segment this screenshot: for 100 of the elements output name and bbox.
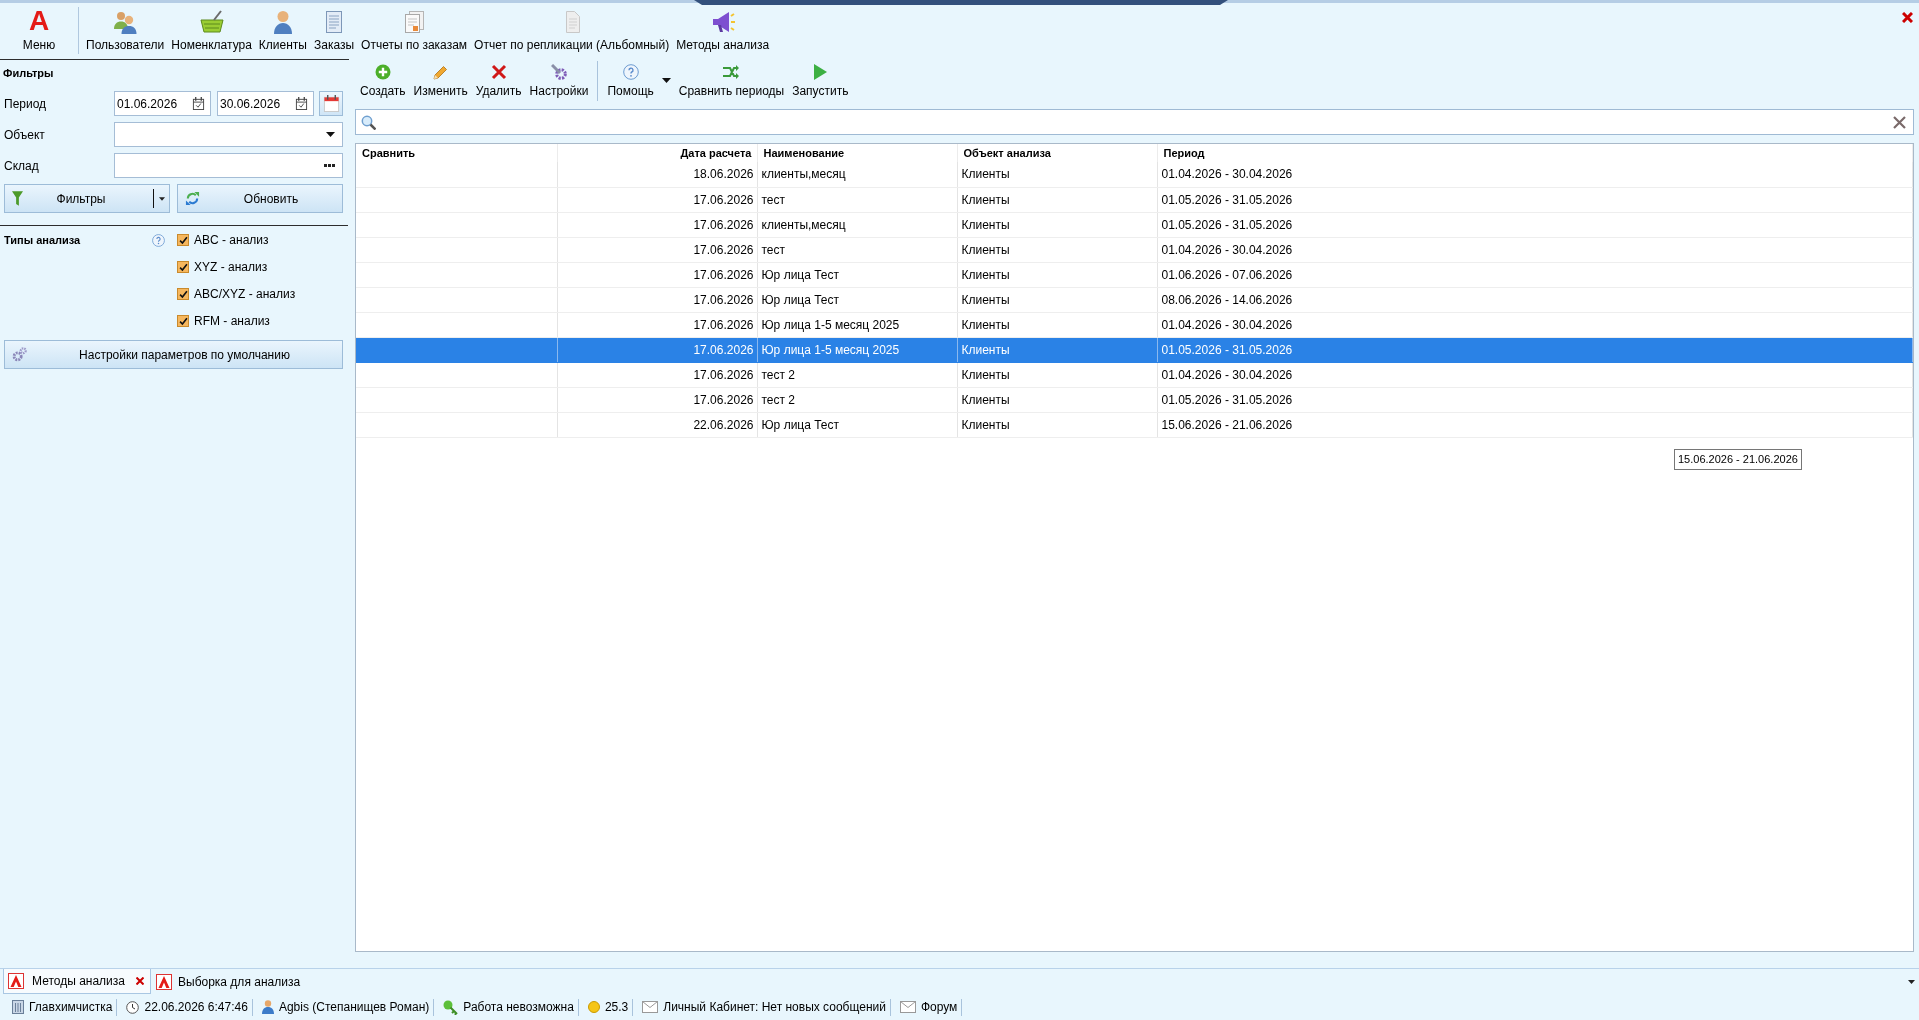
status-text: Личный Кабинет: Нет новых сообщений: [663, 1000, 886, 1014]
calendar-icon: [322, 95, 340, 112]
ribbon-button[interactable]: Номенклатура: [170, 3, 253, 52]
building-icon: [12, 1000, 24, 1014]
search-field[interactable]: [355, 109, 1914, 135]
clear-icon[interactable]: [1893, 115, 1906, 129]
checkmark-icon: [178, 289, 188, 299]
table-row[interactable]: 17.06.2026 Юр лица Тест Клиенты 08.06.2026 - 14.06.2026: [356, 287, 1913, 312]
lookup-field[interactable]: [114, 153, 343, 178]
table-row[interactable]: 17.06.2026 тест Клиенты 01.05.2026 - 31.05.2026: [356, 187, 1913, 212]
toolbar-button[interactable]: Изменить: [411, 59, 470, 98]
toolbar-button[interactable]: Сравнить периоды: [676, 59, 787, 98]
column-header[interactable]: Период: [1157, 144, 1913, 162]
users-icon: [113, 10, 138, 34]
caret-icon[interactable]: [1908, 979, 1915, 984]
table-row[interactable]: 17.06.2026 Юр лица 1-5 месяц 2025 Клиенты 01.05.2026 - 31.05.2026: [356, 337, 1913, 362]
tooltip: 15.06.2026 - 21.06.2026: [1674, 449, 1802, 470]
ribbon-button[interactable]: Отчеты по заказам: [360, 3, 469, 52]
table-cell: 17.06.2026: [557, 387, 757, 412]
column-header[interactable]: Дата расчета: [557, 144, 757, 162]
calendar-button[interactable]: [319, 91, 343, 116]
help-icon: [622, 64, 639, 80]
status-text: Работа невозможна: [463, 1000, 574, 1014]
table-row[interactable]: 17.06.2026 Юр лица 1-5 месяц 2025 Клиенты 01.04.2026 - 30.04.2026: [356, 312, 1913, 337]
checkbox[interactable]: [177, 261, 189, 273]
column-header[interactable]: Объект анализа: [957, 144, 1157, 162]
clock-icon: [126, 1000, 140, 1014]
toolbar-dropdown-button[interactable]: Помощь: [605, 59, 673, 98]
table-cell: 22.06.2026: [557, 412, 757, 437]
megaphone-icon: [710, 10, 735, 34]
filter-button[interactable]: Фильтры: [4, 184, 170, 213]
toolbar-button[interactable]: Запустить: [790, 59, 851, 98]
table-cell: 01.04.2026 - 30.04.2026: [1157, 312, 1913, 337]
gears-icon: [12, 347, 27, 362]
date-field[interactable]: 01.06.2026: [114, 91, 211, 116]
table-cell: Клиенты: [957, 237, 1157, 262]
close-icon[interactable]: [1902, 12, 1913, 23]
close-icon[interactable]: [136, 977, 144, 985]
status-text: Agbis (Степанищев Роман): [278, 1000, 430, 1014]
checkmark-icon: [178, 235, 188, 245]
table-cell: Клиенты: [957, 212, 1157, 237]
default-settings-button[interactable]: Настройки параметров по умолчанию: [4, 340, 343, 369]
ellipsis-icon[interactable]: [324, 164, 335, 167]
ribbon-button[interactable]: Методы анализа: [675, 3, 771, 52]
checkbox[interactable]: [177, 315, 189, 327]
field-label: Период: [4, 96, 48, 111]
caret-icon[interactable]: [326, 132, 335, 137]
dropdown-field[interactable]: [114, 122, 343, 147]
table-cell: Клиенты: [957, 187, 1157, 212]
date-field[interactable]: 30.06.2026: [217, 91, 314, 116]
checkbox[interactable]: [177, 288, 189, 300]
envelope-icon: [899, 1001, 916, 1013]
table-cell: Клиенты: [957, 162, 1157, 187]
table-row[interactable]: 22.06.2026 Юр лица Тест Клиенты 15.06.2026 - 21.06.2026: [356, 412, 1913, 437]
toolbar-button[interactable]: Создать: [358, 59, 408, 98]
ribbon-button[interactable]: Клиенты: [257, 3, 308, 52]
ribbon-button[interactable]: Заказы: [313, 3, 356, 52]
table-cell: Клиенты: [957, 262, 1157, 287]
table-cell: 01.05.2026 - 31.05.2026: [1157, 387, 1913, 412]
pencil-icon: [432, 64, 449, 80]
table-row[interactable]: 17.06.2026 клиенты,месяц Клиенты 01.05.2026 - 31.05.2026: [356, 212, 1913, 237]
caret-icon[interactable]: [159, 196, 165, 201]
section-title: Типы анализа: [4, 234, 81, 246]
document-tab[interactable]: Выборка для анализа: [153, 969, 307, 994]
table-cell: 08.06.2026 - 14.06.2026: [1157, 287, 1913, 312]
refresh-button[interactable]: Обновить: [177, 184, 343, 213]
calendar-icon[interactable]: [295, 97, 308, 110]
table-row[interactable]: 17.06.2026 тест 2 Клиенты 01.04.2026 - 30.04.2026: [356, 362, 1913, 387]
coin-icon: [587, 1001, 600, 1013]
column-header[interactable]: Сравнить: [356, 144, 557, 162]
menu-button[interactable]: A Меню: [0, 3, 78, 52]
search-icon: [361, 114, 376, 130]
table-cell: Клиенты: [957, 287, 1157, 312]
app-logo-icon: [156, 973, 172, 990]
table-cell: 17.06.2026: [557, 337, 757, 362]
document-tab[interactable]: Методы анализа: [3, 969, 151, 994]
play-icon: [812, 64, 829, 80]
toolbar-button[interactable]: Удалить: [473, 59, 524, 98]
ribbon-button[interactable]: Пользователи: [85, 3, 166, 52]
table-cell: 01.04.2026 - 30.04.2026: [1157, 162, 1913, 187]
table-cell: Юр лица Тест: [757, 262, 957, 287]
refresh-icon: [185, 191, 200, 206]
table-cell: 01.05.2026 - 31.05.2026: [1157, 187, 1913, 212]
table-cell: 17.06.2026: [557, 237, 757, 262]
documents-icon: [402, 10, 427, 34]
calendar-icon[interactable]: [192, 97, 205, 110]
help-icon[interactable]: [152, 233, 165, 247]
table-row[interactable]: 18.06.2026 клиенты,месяц Клиенты 01.04.2026 - 30.04.2026: [356, 162, 1913, 187]
table-cell: 17.06.2026: [557, 262, 757, 287]
table-row[interactable]: 17.06.2026 Юр лица Тест Клиенты 01.06.2026 - 07.06.2026: [356, 262, 1913, 287]
checkbox[interactable]: [177, 234, 189, 246]
table-row[interactable]: 17.06.2026 тест 2 Клиенты 01.05.2026 - 31.05.2026: [356, 387, 1913, 412]
table-row[interactable]: 17.06.2026 тест Клиенты 01.04.2026 - 30.04.2026: [356, 237, 1913, 262]
status-text: 22.06.2026 6:47:46: [144, 1000, 248, 1014]
section-title: Фильтры: [2, 66, 54, 81]
table-cell: 17.06.2026: [557, 362, 757, 387]
table-cell: 17.06.2026: [557, 312, 757, 337]
column-header[interactable]: Наименование: [757, 144, 957, 162]
ribbon-button[interactable]: Отчет по репликации (Альбомный): [473, 3, 671, 52]
toolbar-button[interactable]: Настройки: [527, 59, 591, 98]
